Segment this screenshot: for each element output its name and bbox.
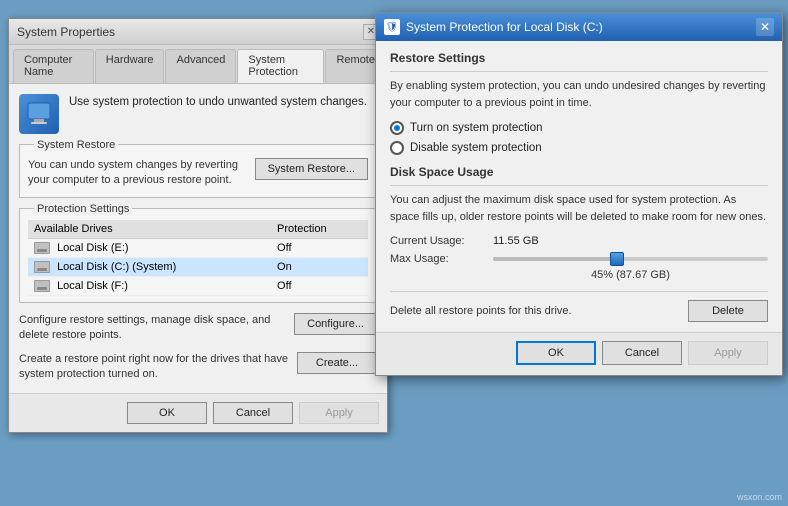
dialog-content: Restore Settings By enabling system prot… xyxy=(376,41,782,332)
current-usage-row: Current Usage: 11.55 GB xyxy=(390,235,768,247)
tab-advanced[interactable]: Advanced xyxy=(165,49,236,83)
max-usage-slider-row: Max Usage: xyxy=(390,253,768,265)
slider-track[interactable] xyxy=(493,257,768,261)
dialog-close-button[interactable]: ✕ xyxy=(756,18,774,36)
dialog-ok-button[interactable]: OK xyxy=(516,341,596,365)
delete-description: Delete all restore points for this drive… xyxy=(390,305,572,317)
apply-button[interactable]: Apply xyxy=(299,402,379,424)
radio-disable-btn[interactable] xyxy=(390,141,404,155)
col-drives: Available Drives xyxy=(28,220,271,239)
system-protection-dialog: 🛡 System Protection for Local Disk (C:) … xyxy=(375,12,783,376)
radio-turn-on-label: Turn on system protection xyxy=(410,122,543,134)
drive-protection-e: Off xyxy=(271,238,368,257)
system-icon xyxy=(19,94,59,134)
system-properties-window: System Properties ✕ Computer Name Hardwa… xyxy=(8,18,388,433)
dialog-titlebar: 🛡 System Protection for Local Disk (C:) … xyxy=(376,13,782,41)
drive-icon-e xyxy=(34,242,50,254)
dialog-bottom-buttons: OK Cancel Apply xyxy=(376,332,782,375)
restore-settings-description: By enabling system protection, you can u… xyxy=(390,78,768,111)
system-props-bottom-buttons: OK Cancel Apply xyxy=(9,393,387,432)
radio-disable-label: Disable system protection xyxy=(410,142,542,154)
create-description: Create a restore point right now for the… xyxy=(19,352,289,383)
system-restore-row: You can undo system changes by reverting… xyxy=(28,158,368,189)
configure-row: Configure restore settings, manage disk … xyxy=(19,313,377,344)
create-row: Create a restore point right now for the… xyxy=(19,352,377,383)
system-icon-img xyxy=(19,94,59,134)
configure-button[interactable]: Configure... xyxy=(294,313,377,335)
disk-space-description: You can adjust the maximum disk space us… xyxy=(390,192,768,225)
disk-space-title: Disk Space Usage xyxy=(390,165,768,179)
dialog-titlebar-left: 🛡 System Protection for Local Disk (C:) xyxy=(384,19,603,35)
system-props-content: Use system protection to undo unwanted s… xyxy=(9,84,387,393)
dialog-cancel-button[interactable]: Cancel xyxy=(602,341,682,365)
protection-settings-group: Protection Settings Available Drives Pro… xyxy=(19,208,377,303)
system-restore-group-content: You can undo system changes by reverting… xyxy=(20,152,376,197)
current-usage-value: 11.55 GB xyxy=(493,235,539,247)
drive-icon-c xyxy=(34,261,50,273)
slider-percentage: 45% (87.67 GB) xyxy=(493,269,768,281)
watermark: wsxon.com xyxy=(737,492,782,502)
system-restore-button[interactable]: System Restore... xyxy=(255,158,368,180)
ok-button[interactable]: OK xyxy=(127,402,207,424)
delete-button[interactable]: Delete xyxy=(688,300,768,322)
drive-protection-f: Off xyxy=(271,276,368,295)
col-protection: Protection xyxy=(271,220,368,239)
divider-2 xyxy=(390,185,768,186)
radio-disable[interactable]: Disable system protection xyxy=(390,141,768,155)
delete-row: Delete all restore points for this drive… xyxy=(390,291,768,322)
drives-table: Available Drives Protection Local Disk (… xyxy=(28,220,368,296)
drive-protection-c: On xyxy=(271,257,368,276)
configure-description: Configure restore settings, manage disk … xyxy=(19,313,286,344)
protection-settings-group-title: Protection Settings xyxy=(34,203,132,215)
slider-fill xyxy=(493,257,617,261)
tab-computer-name[interactable]: Computer Name xyxy=(13,49,94,83)
disk-space-section: Disk Space Usage You can adjust the maxi… xyxy=(390,165,768,322)
cancel-button[interactable]: Cancel xyxy=(213,402,293,424)
table-row[interactable]: Local Disk (C:) (System) On xyxy=(28,257,368,276)
system-props-title: System Properties xyxy=(17,25,115,39)
sys-restore-intro: Use system protection to undo unwanted s… xyxy=(69,94,367,110)
system-restore-group-title: System Restore xyxy=(34,139,118,151)
create-button[interactable]: Create... xyxy=(297,352,377,374)
protection-settings-content: Available Drives Protection Local Disk (… xyxy=(20,216,376,302)
restore-settings-title: Restore Settings xyxy=(390,51,768,65)
radio-turn-on[interactable]: Turn on system protection xyxy=(390,121,768,135)
tab-hardware[interactable]: Hardware xyxy=(95,49,165,83)
computer-svg-icon xyxy=(24,99,54,129)
system-restore-group: System Restore You can undo system chang… xyxy=(19,144,377,198)
dialog-shield-icon: 🛡 xyxy=(384,19,400,35)
max-usage-label: Max Usage: xyxy=(390,253,485,265)
drive-name-f: Local Disk (F:) xyxy=(28,276,271,295)
table-row[interactable]: Local Disk (F:) Off xyxy=(28,276,368,295)
dialog-apply-button[interactable]: Apply xyxy=(688,341,768,365)
table-row[interactable]: Local Disk (E:) Off xyxy=(28,238,368,257)
radio-turn-on-btn[interactable] xyxy=(390,121,404,135)
divider-1 xyxy=(390,71,768,72)
drive-icon-f xyxy=(34,280,50,292)
system-restore-description: You can undo system changes by reverting… xyxy=(28,158,247,189)
dialog-title: System Protection for Local Disk (C:) xyxy=(406,20,603,34)
system-props-titlebar: System Properties ✕ xyxy=(9,19,387,45)
current-usage-label: Current Usage: xyxy=(390,235,485,247)
sys-restore-header: Use system protection to undo unwanted s… xyxy=(19,94,377,134)
tabs-bar: Computer Name Hardware Advanced System P… xyxy=(9,45,387,84)
drive-name-e: Local Disk (E:) xyxy=(28,238,271,257)
tab-system-protection[interactable]: System Protection xyxy=(237,49,324,83)
slider-thumb[interactable] xyxy=(610,252,624,266)
drive-name-c: Local Disk (C:) (System) xyxy=(28,257,271,276)
